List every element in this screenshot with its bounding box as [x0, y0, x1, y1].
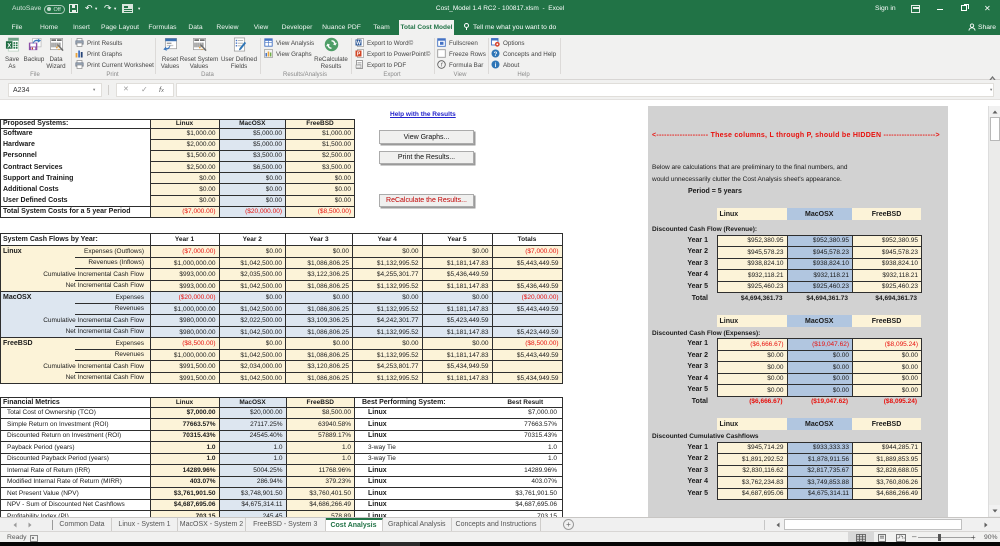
svg-text:f: f: [441, 63, 443, 69]
svg-text:?: ?: [494, 52, 498, 58]
svg-text:W: W: [356, 40, 361, 46]
